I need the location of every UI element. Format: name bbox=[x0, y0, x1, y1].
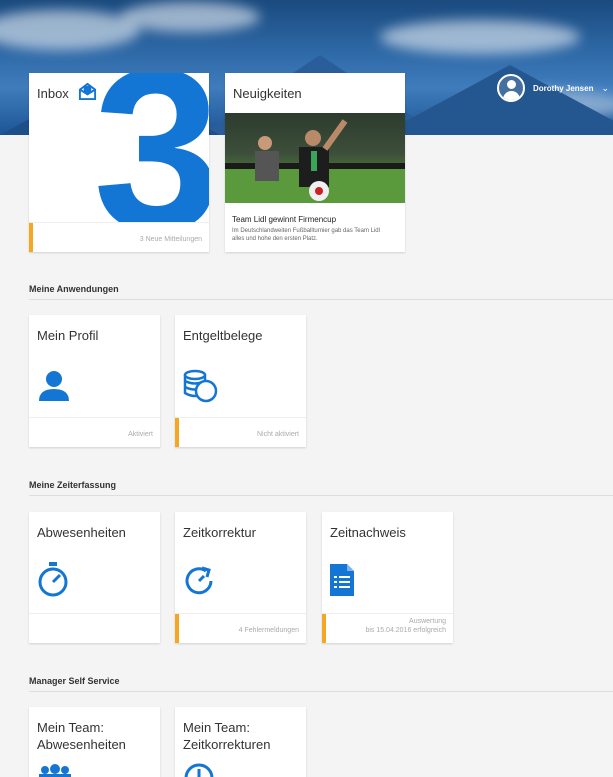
tile-footer: 4 Fehlermeldungen bbox=[175, 613, 306, 643]
soccer-player-image bbox=[225, 119, 405, 203]
accent-bar bbox=[29, 223, 33, 252]
tile-team-abwesenheiten[interactable]: Mein Team: Abwesenheiten bbox=[29, 707, 160, 777]
news-title: Neuigkeiten bbox=[233, 86, 302, 101]
tile-footer bbox=[29, 613, 160, 643]
tile-title: Zeitnachweis bbox=[330, 525, 406, 540]
tile-title: Entgeltbelege bbox=[183, 328, 263, 343]
inbox-title: Inbox bbox=[37, 86, 69, 101]
footer-line-1: Auswertung bbox=[409, 618, 446, 625]
tile-entgeltbelege[interactable]: Entgeltbelege Nicht aktiviert bbox=[175, 315, 306, 447]
accent-bar bbox=[175, 418, 179, 447]
tile-footer: Nicht aktiviert bbox=[175, 417, 306, 447]
tile-footer: Aktiviert bbox=[29, 417, 160, 447]
tile-zeitnachweis[interactable]: Zeitnachweis Auswertung bis 15.04.2016 e… bbox=[322, 512, 453, 643]
tile-title: Mein Team: Abwesenheiten bbox=[37, 719, 126, 753]
news-text: Im Deutschlandweiten Fußballturnier gab … bbox=[232, 228, 380, 242]
accent-bar bbox=[322, 614, 326, 643]
news-image bbox=[225, 113, 405, 203]
stopwatch-icon bbox=[38, 562, 68, 597]
clock-icon bbox=[184, 763, 214, 777]
user-name: Dorothy Jensen bbox=[533, 83, 594, 93]
tile-title: Mein Profil bbox=[37, 328, 99, 343]
tile-title: Zeitkorrektur bbox=[183, 525, 256, 540]
section-divider bbox=[29, 691, 613, 692]
chevron-down-icon: ⌄ bbox=[601, 82, 610, 93]
document-icon bbox=[330, 564, 354, 596]
tile-title: Mein Team: Zeitkorrekturen bbox=[183, 719, 270, 753]
tile-title: Abwesenheiten bbox=[37, 525, 126, 540]
title-line-2: Abwesenheiten bbox=[37, 737, 126, 752]
tile-footer-text: Nicht aktiviert bbox=[256, 431, 299, 438]
inbox-footer: 3 Neue Mitteilungen bbox=[29, 222, 209, 252]
inbox-tile[interactable]: 3 Inbox 3 Neue Mitteilungen bbox=[29, 73, 209, 252]
person-icon bbox=[39, 371, 69, 401]
envelope-icon bbox=[78, 82, 97, 101]
title-line-1: Mein Team: bbox=[183, 720, 250, 735]
title-line-1: Mein Team: bbox=[37, 720, 104, 735]
avatar-icon bbox=[497, 74, 525, 102]
coins-icon bbox=[183, 369, 218, 403]
section-title-anwendungen: Meine Anwendungen bbox=[29, 284, 119, 294]
tile-footer-text: Auswertung bis 15.04.2016 erfolgreich bbox=[365, 617, 446, 635]
team-icon bbox=[39, 764, 71, 777]
section-divider bbox=[29, 495, 613, 496]
accent-bar bbox=[175, 614, 179, 643]
section-title-zeiterfassung: Meine Zeiterfassung bbox=[29, 480, 117, 490]
tile-mein-profil[interactable]: Mein Profil Aktiviert bbox=[29, 315, 160, 447]
footer-line-2: bis 15.04.2016 erfolgreich bbox=[365, 627, 446, 634]
user-menu[interactable]: Dorothy Jensen ⌄ bbox=[497, 73, 609, 103]
section-title-manager: Manager Self Service bbox=[29, 676, 120, 686]
tile-footer-text: Aktiviert bbox=[128, 431, 153, 438]
clock-refresh-icon bbox=[185, 566, 213, 595]
tile-team-zeitkorrekturen[interactable]: Mein Team: Zeitkorrekturen bbox=[175, 707, 306, 777]
section-divider bbox=[29, 299, 613, 300]
news-tile[interactable]: Neuigkeiten Team Lidl gewinnt Firmencup … bbox=[225, 73, 405, 252]
tile-footer: Auswertung bis 15.04.2016 erfolgreich bbox=[322, 613, 453, 643]
tile-footer-text: 4 Fehlermeldungen bbox=[238, 627, 299, 634]
tile-abwesenheiten[interactable]: Abwesenheiten bbox=[29, 512, 160, 643]
inbox-footer-text: 3 Neue Mitteilungen bbox=[139, 236, 202, 243]
tile-zeitkorrektur[interactable]: Zeitkorrektur 4 Fehlermeldungen bbox=[175, 512, 306, 643]
title-line-2: Zeitkorrekturen bbox=[183, 737, 271, 752]
news-headline: Team Lidl gewinnt Firmencup bbox=[232, 215, 337, 224]
